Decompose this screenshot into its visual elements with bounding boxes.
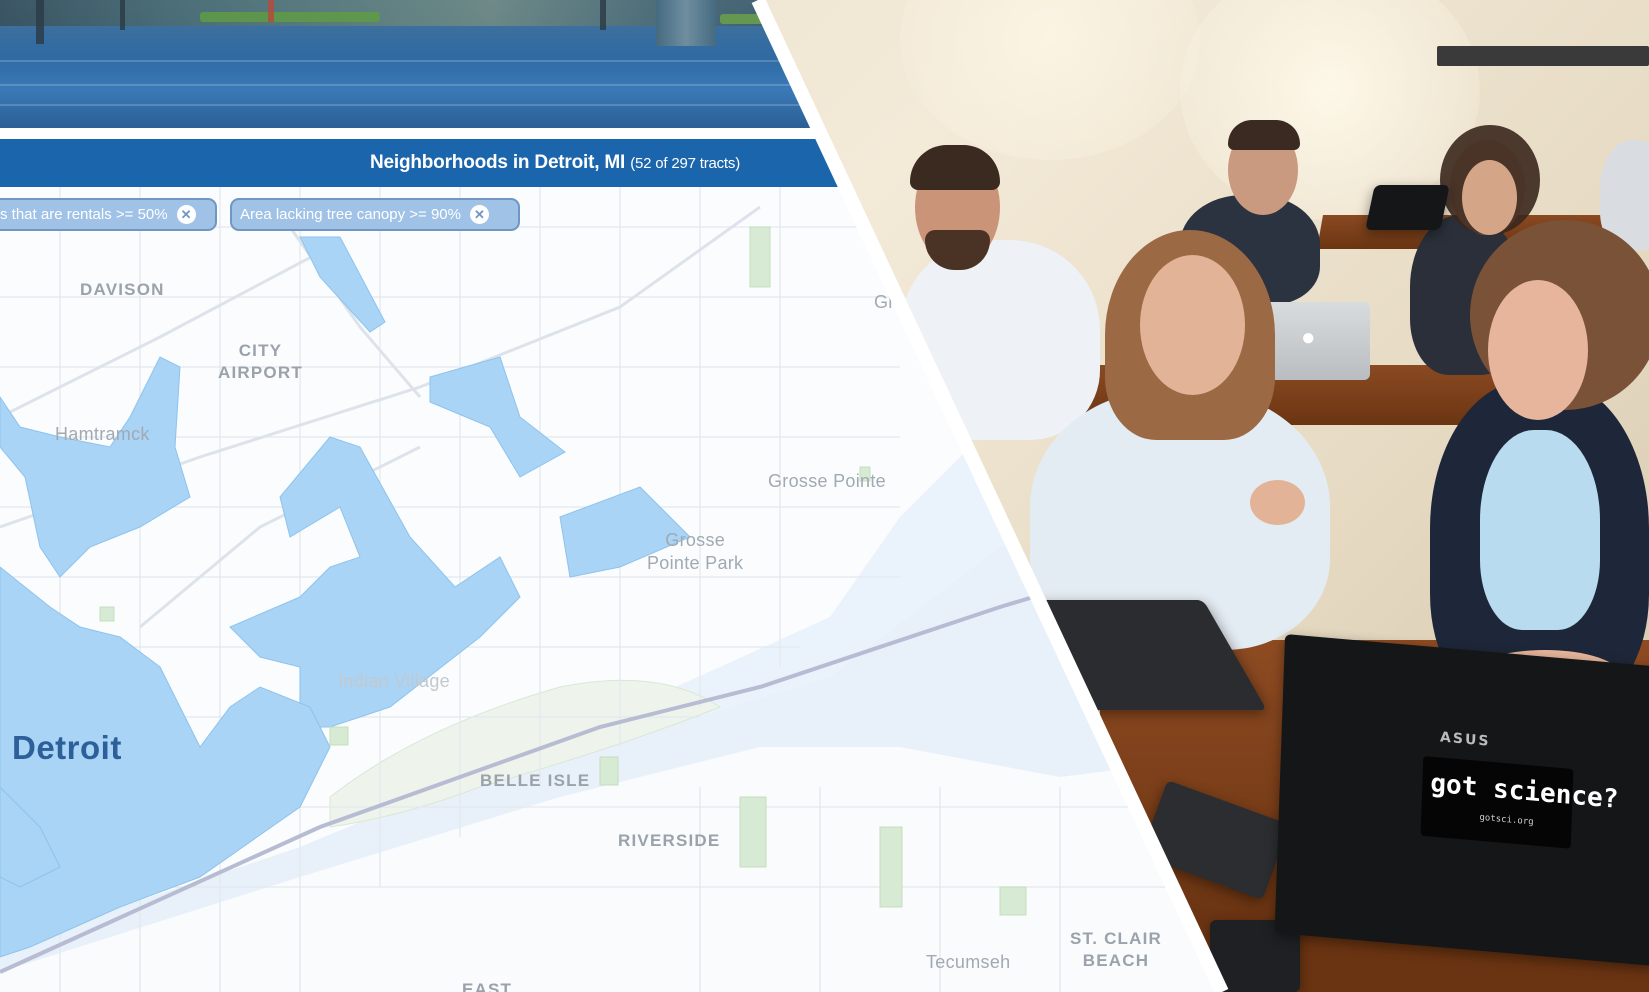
map-label-indian-village: Indian Village [338, 671, 450, 691]
wall-rail [1437, 46, 1649, 66]
close-circle-icon[interactable]: ✕ [469, 205, 489, 224]
map-label-detroit: Detroit [12, 729, 122, 766]
filter-chip-label: Area lacking tree canopy >= 90% [240, 206, 461, 223]
map-label-partial: Gr [874, 292, 895, 312]
map-label-st-clair-beach: ST. CLAIR BEACH [1070, 929, 1163, 971]
close-circle-icon[interactable]: ✕ [176, 205, 196, 224]
results-count: (52 of 297 tracts) [630, 155, 740, 172]
map-label-riverside: RIVERSIDE [618, 831, 721, 850]
map-label-east: EAST [462, 980, 513, 992]
banner-water-photo [0, 0, 820, 128]
map-label-tecumseh: Tecumseh [926, 952, 1011, 972]
map-label-city-airport: CITY AIRPORT [218, 341, 303, 383]
results-title: Neighborhoods in Detroit, MI [370, 152, 626, 173]
map-label-hamtramck: Hamtramck [55, 424, 150, 444]
map-label-davison: DAVISON [80, 280, 165, 299]
filter-chip-tree-canopy[interactable]: Area lacking tree canopy >= 90% ✕ [230, 198, 520, 231]
map-label-grosse-pointe: Grosse Pointe [768, 471, 886, 491]
results-header: Neighborhoods in Detroit, MI (52 of 297 … [0, 139, 900, 187]
map-label-grosse-pointe-park: Grosse Pointe Park [647, 530, 744, 574]
filter-chip-rentals[interactable]: s that are rentals >= 50% ✕ [0, 198, 217, 231]
map-label-belle-isle: BELLE ISLE [480, 771, 591, 790]
laptop-brand: ASUS [1439, 729, 1491, 750]
filter-chip-label: s that are rentals >= 50% [0, 206, 168, 223]
asus-laptop: ASUS got science? gotsci.org [1274, 634, 1649, 966]
